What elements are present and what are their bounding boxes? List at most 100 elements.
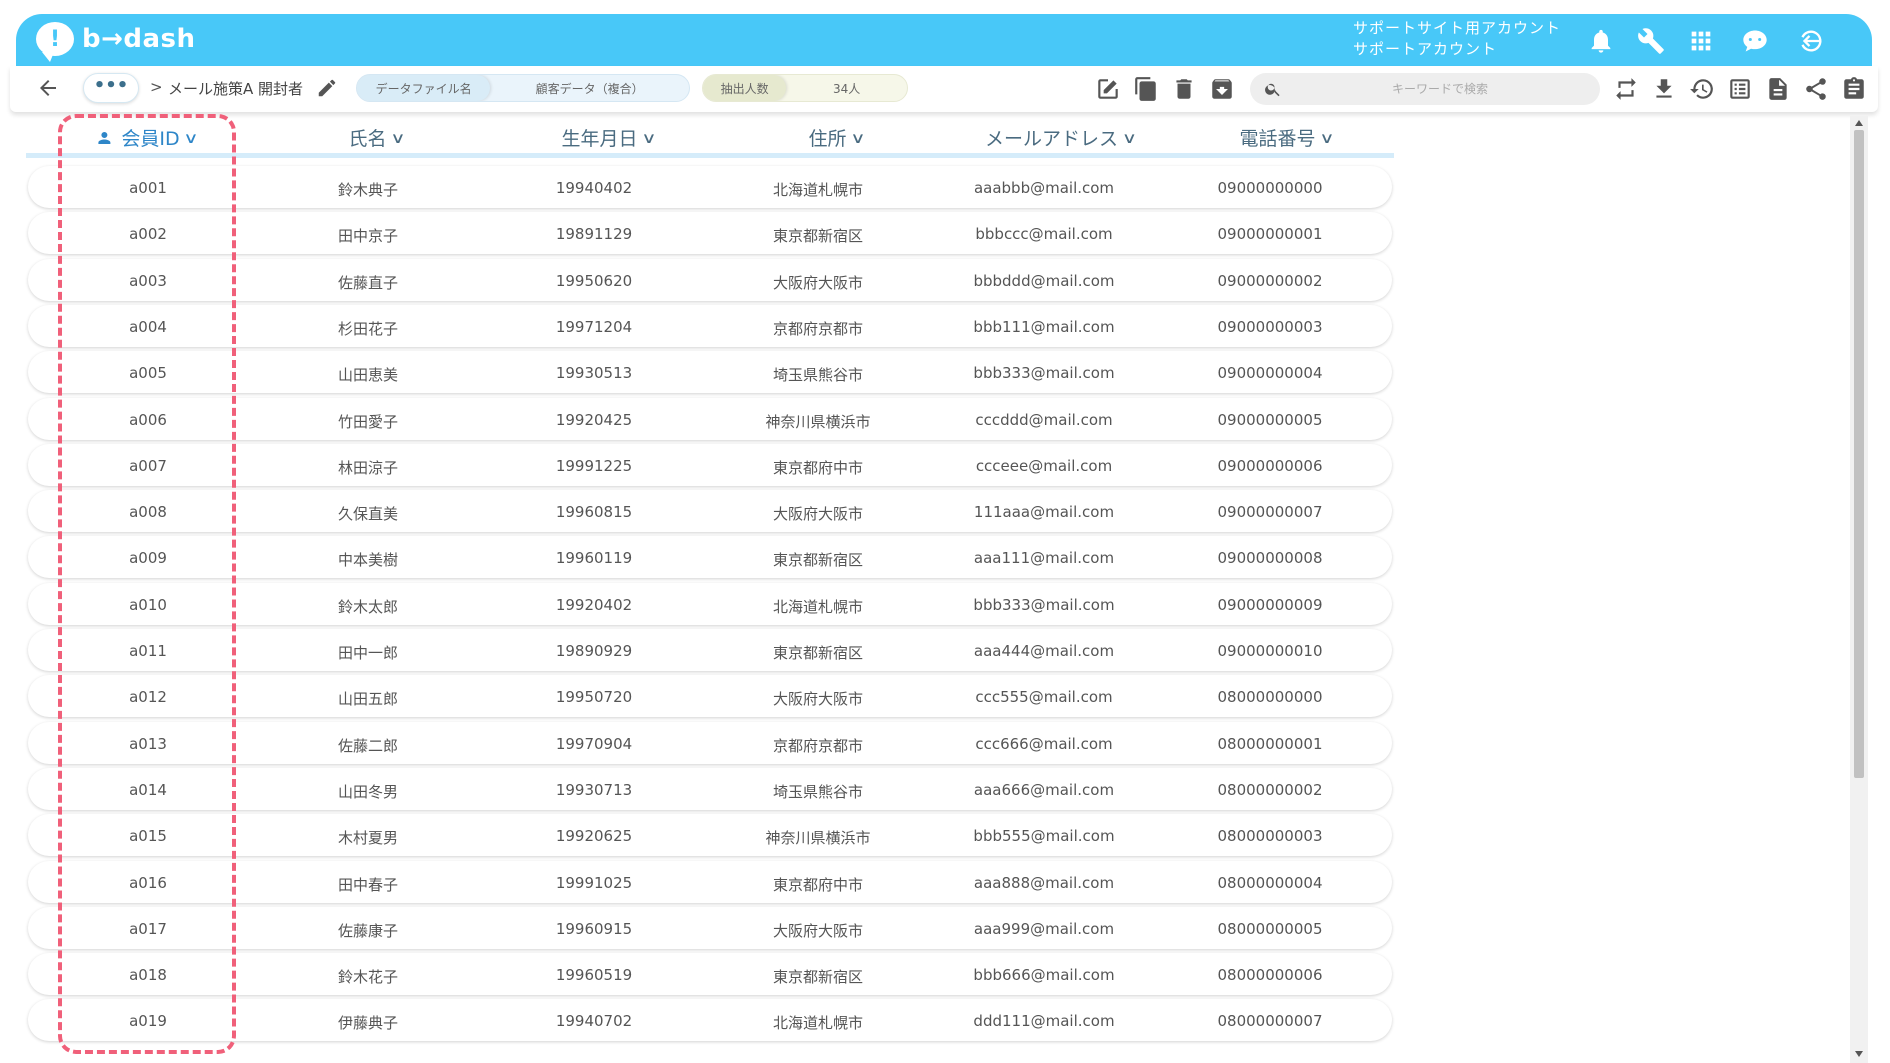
cell-member-id: a007 bbox=[129, 456, 167, 475]
account-info[interactable]: サポートサイト用アカウント サポートアカウント bbox=[1353, 18, 1561, 60]
logo-text: b→dash bbox=[82, 24, 196, 54]
column-header-email[interactable]: メールアドレス ∨ bbox=[985, 124, 1138, 151]
table-row[interactable]: a011 田中一郎 19890929 東京都新宿区 aaa444@mail.com 090… bbox=[28, 629, 1392, 671]
more-button[interactable]: ••• bbox=[83, 73, 139, 103]
search-bar[interactable] bbox=[1250, 73, 1600, 105]
extract-count-value: 34人 bbox=[832, 81, 861, 96]
cell-name: 杉田花子 bbox=[337, 319, 399, 338]
table-row[interactable]: a012 山田五郎 19950720 大阪府大阪市 ccc555@mail.com 080… bbox=[28, 675, 1392, 718]
column-header-phone[interactable]: 電話番号 ∨ bbox=[1240, 124, 1335, 151]
logout-icon[interactable] bbox=[1796, 26, 1826, 56]
cell-name: 山田五郎 bbox=[337, 690, 399, 709]
table-row[interactable]: a002 田中京子 19891129 東京都新宿区 bbbccc@mail.com 090… bbox=[28, 212, 1392, 255]
back-arrow-icon[interactable] bbox=[36, 76, 60, 100]
bell-icon[interactable] bbox=[1586, 26, 1616, 56]
cell-member-id: a011 bbox=[129, 642, 167, 660]
edit-note-icon[interactable] bbox=[1094, 75, 1122, 103]
cell-email: aaa999@mail.com bbox=[973, 919, 1115, 938]
chevron-down-icon: ∨ bbox=[641, 128, 657, 147]
cell-phone: 08000000006 bbox=[1217, 966, 1323, 985]
table-row[interactable]: a001 鈴木典子 19940402 北海道札幌市 aaabbb@mail.com 090… bbox=[28, 166, 1392, 208]
cell-email: ccc666@mail.com bbox=[975, 734, 1113, 753]
cell-phone: 08000000004 bbox=[1217, 873, 1323, 892]
apps-grid-icon[interactable] bbox=[1686, 26, 1716, 56]
extract-count-tag[interactable]: 抽出人数 34人 bbox=[702, 74, 908, 102]
cell-email: ccceee@mail.com bbox=[975, 456, 1113, 475]
history-icon[interactable] bbox=[1688, 75, 1716, 103]
cell-address: 神奈川県横浜市 bbox=[765, 412, 871, 431]
cell-address: 東京都府中市 bbox=[772, 875, 864, 894]
cell-address: 埼玉県熊谷市 bbox=[772, 782, 864, 801]
clipboard-icon[interactable] bbox=[1840, 75, 1868, 103]
cell-member-id: a015 bbox=[129, 827, 167, 846]
cell-name: 鈴木典子 bbox=[337, 181, 399, 199]
cell-phone: 08000000005 bbox=[1217, 919, 1323, 938]
cell-birthdate: 19950720 bbox=[555, 688, 633, 707]
cell-address: 東京都府中市 bbox=[772, 458, 864, 477]
table-row[interactable]: a016 田中春子 19991025 東京都府中市 aaa888@mail.com 080… bbox=[28, 860, 1392, 903]
logo-bubble-icon: ! bbox=[36, 22, 74, 62]
column-header-birthdate[interactable]: 生年月日 ∨ bbox=[561, 124, 657, 151]
table-row[interactable]: a019 伊藤典子 19940702 北海道札幌市 ddd111@mail.com 080… bbox=[28, 999, 1392, 1042]
table-row[interactable]: a007 林田涼子 19991225 東京都府中市 ccceee@mail.com 090… bbox=[28, 443, 1392, 486]
cell-name: 鈴木太郎 bbox=[337, 597, 399, 616]
wrench-icon[interactable] bbox=[1636, 26, 1666, 56]
cell-email: bbb333@mail.com bbox=[973, 595, 1115, 614]
cell-phone: 09000000003 bbox=[1217, 317, 1323, 336]
copy-icon[interactable] bbox=[1132, 75, 1160, 103]
table-row[interactable]: a009 中本美樹 19960119 東京都新宿区 aaa111@mail.com 090… bbox=[28, 536, 1392, 579]
list-view-icon[interactable] bbox=[1726, 75, 1754, 103]
app-logo[interactable]: ! b→dash bbox=[36, 22, 196, 62]
edit-title-icon[interactable] bbox=[316, 77, 338, 99]
table-row[interactable]: a018 鈴木花子 19960519 東京都新宿区 bbb666@mail.com 080… bbox=[28, 953, 1392, 996]
document-icon[interactable] bbox=[1764, 75, 1792, 103]
archive-icon[interactable] bbox=[1208, 75, 1236, 103]
cell-birthdate: 19970904 bbox=[555, 734, 633, 753]
table-row[interactable]: a010 鈴木太郎 19920402 北海道札幌市 bbb333@mail.com 090… bbox=[28, 582, 1392, 625]
refresh-swap-icon[interactable] bbox=[1612, 75, 1640, 103]
table-row[interactable]: a017 佐藤康子 19960915 大阪府大阪市 aaa999@mail.com 080… bbox=[28, 906, 1392, 949]
cell-member-id: a018 bbox=[129, 966, 167, 985]
column-header-address[interactable]: 住所 ∨ bbox=[808, 124, 866, 151]
chevron-down-icon: ∨ bbox=[390, 128, 406, 147]
extract-count-label: 抽出人数 bbox=[703, 75, 787, 101]
cell-member-id: a008 bbox=[129, 503, 167, 522]
chevron-down-icon: ∨ bbox=[850, 128, 866, 147]
column-header-label: 住所 bbox=[808, 128, 847, 150]
chat-bot-icon[interactable] bbox=[1740, 26, 1770, 56]
table-row[interactable]: a008 久保直美 19960815 大阪府大阪市 111aaa@mail.com 090… bbox=[28, 490, 1392, 533]
table-row[interactable]: a014 山田冬男 19930713 埼玉県熊谷市 aaa666@mail.com 080… bbox=[28, 767, 1392, 810]
breadcrumb-separator: > bbox=[150, 78, 163, 96]
data-file-tag[interactable]: データファイル名 顧客データ（複合） bbox=[356, 74, 690, 102]
cell-birthdate: 19960915 bbox=[555, 919, 633, 938]
vertical-scrollbar[interactable] bbox=[1850, 116, 1868, 1063]
download-icon[interactable] bbox=[1650, 75, 1678, 103]
column-header-label: 生年月日 bbox=[561, 128, 638, 150]
cell-address: 大阪府大阪市 bbox=[772, 505, 864, 524]
table-row[interactable]: a006 竹田愛子 19920425 神奈川県横浜市 cccddd@mail.com 09… bbox=[28, 397, 1392, 440]
table-row[interactable]: a015 木村夏男 19920625 神奈川県横浜市 bbb555@mail.com 08… bbox=[28, 814, 1392, 857]
cell-email: aaabbb@mail.com bbox=[973, 179, 1115, 197]
cell-name: 竹田愛子 bbox=[337, 412, 399, 431]
data-file-label: データファイル名 bbox=[357, 75, 491, 101]
table-row[interactable]: a013 佐藤二郎 19970904 京都府京都市 ccc666@mail.com 080… bbox=[28, 721, 1392, 764]
column-header-name[interactable]: 氏名 ∨ bbox=[349, 124, 406, 151]
cell-name: 佐藤二郎 bbox=[337, 736, 399, 755]
table-row[interactable]: a005 山田恵美 19930513 埼玉県熊谷市 bbb333@mail.com 090… bbox=[28, 351, 1392, 394]
cell-address: 大阪府大阪市 bbox=[772, 273, 864, 292]
scroll-up-arrow-icon[interactable] bbox=[1855, 120, 1863, 126]
cell-phone: 09000000005 bbox=[1217, 410, 1323, 429]
scrollbar-thumb[interactable] bbox=[1854, 130, 1864, 778]
search-input[interactable] bbox=[1290, 73, 1590, 105]
table-row[interactable]: a003 佐藤直子 19950620 大阪府大阪市 bbbddd@mail.com 090… bbox=[28, 258, 1392, 301]
cell-email: bbbccc@mail.com bbox=[975, 225, 1113, 244]
share-icon[interactable] bbox=[1802, 75, 1830, 103]
cell-birthdate: 19920625 bbox=[555, 827, 633, 846]
cell-phone: 09000000001 bbox=[1217, 225, 1323, 244]
scroll-down-arrow-icon[interactable] bbox=[1855, 1051, 1863, 1057]
column-header-member-id[interactable]: 会員ID ∨ bbox=[95, 124, 199, 151]
trash-icon[interactable] bbox=[1170, 75, 1198, 103]
column-header-label: 会員ID bbox=[121, 128, 180, 150]
chevron-down-icon: ∨ bbox=[1121, 128, 1138, 147]
table-row[interactable]: a004 杉田花子 19971204 京都府京都市 bbb111@mail.com 090… bbox=[28, 304, 1392, 347]
